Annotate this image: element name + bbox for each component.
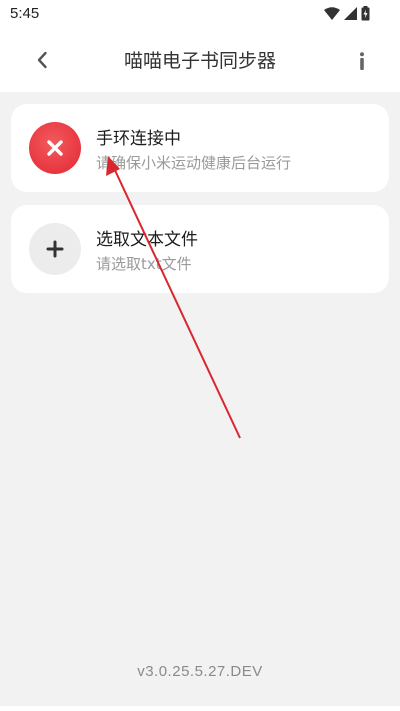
info-button[interactable]	[352, 47, 372, 75]
battery-icon	[361, 5, 370, 20]
wifi-icon	[324, 6, 340, 20]
close-icon	[47, 140, 63, 156]
info-icon	[360, 52, 364, 70]
status-time: 5:45	[10, 5, 40, 22]
connection-status-card[interactable]: 手环连接中 请确保小米运动健康后台运行	[11, 104, 389, 192]
select-file-hint: 请选取txt文件	[96, 255, 192, 273]
signal-icon	[344, 6, 357, 20]
select-file-title: 选取文本文件	[96, 230, 198, 250]
app-bar: 喵喵电子书同步器	[0, 26, 400, 92]
page-title: 喵喵电子书同步器	[123, 50, 276, 72]
connection-status-hint: 请确保小米运动健康后台运行	[96, 154, 292, 172]
connection-status-title: 手环连接中	[96, 129, 181, 149]
status-bar: 5:45	[0, 0, 400, 26]
plus-icon	[46, 240, 64, 258]
status-icons	[324, 5, 370, 21]
select-file-card[interactable]: 选取文本文件 请选取txt文件	[11, 205, 389, 293]
select-file-badge	[29, 223, 81, 275]
navigation-bar	[0, 706, 400, 711]
version-label: v3.0.25.5.27.DEV	[137, 663, 263, 680]
connection-error-badge	[29, 122, 81, 174]
